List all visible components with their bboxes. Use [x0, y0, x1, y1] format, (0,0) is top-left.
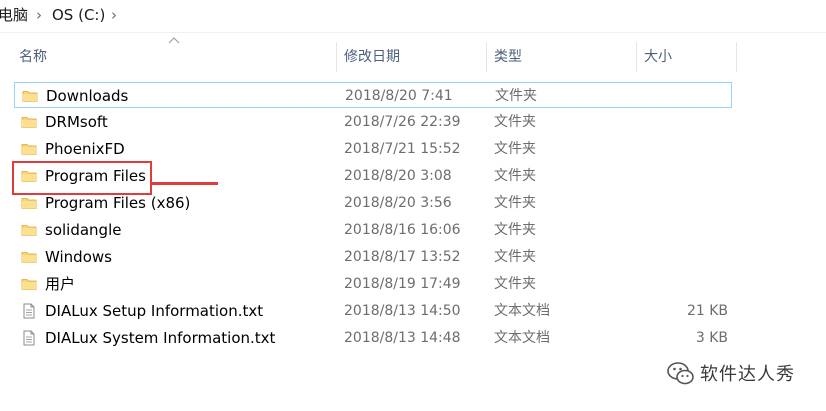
text-file-icon	[21, 330, 37, 346]
file-row[interactable]: PhoenixFD 2018/7/21 15:52 文件夹	[14, 136, 732, 162]
file-type: 文件夹	[494, 276, 536, 292]
file-type: 文件夹	[494, 114, 536, 130]
breadcrumb-item-computer[interactable]: 电脑	[0, 6, 28, 24]
file-name: solidangle	[45, 221, 122, 239]
file-type: 文件夹	[494, 168, 536, 184]
folder-icon	[21, 249, 37, 265]
file-type: 文件夹	[494, 195, 536, 211]
annotation-highlight-box	[12, 161, 152, 195]
address-bar[interactable]: 电脑 › OS (C:) ›	[0, 0, 826, 33]
column-header-type[interactable]: 类型	[494, 47, 522, 67]
file-modified-date: 2018/7/26 22:39	[344, 114, 461, 130]
file-row[interactable]: DRMsoft 2018/7/26 22:39 文件夹	[14, 109, 732, 135]
chevron-right-icon[interactable]: ›	[36, 6, 42, 24]
file-size: 21 KB	[686, 303, 728, 319]
breadcrumb-item-drive[interactable]: OS (C:)	[52, 6, 105, 24]
folder-icon	[22, 88, 38, 104]
file-name: 用户	[45, 275, 76, 293]
column-header-size[interactable]: 大小	[644, 47, 672, 67]
file-name: Downloads	[46, 87, 129, 105]
file-type: 文件夹	[494, 141, 536, 157]
folder-icon	[21, 276, 37, 292]
watermark-text: 软件达人秀	[700, 364, 795, 385]
file-name: DRMsoft	[45, 113, 108, 131]
text-file-icon	[21, 303, 37, 319]
file-row[interactable]: Windows 2018/8/17 13:52 文件夹	[14, 244, 732, 270]
file-modified-date: 2018/8/17 13:52	[344, 249, 461, 265]
file-name: DIALux System Information.txt	[45, 329, 276, 347]
file-row[interactable]: Downloads 2018/8/20 7:41 文件夹	[14, 82, 732, 108]
watermark: 软件达人秀	[666, 360, 794, 390]
file-name: DIALux Setup Information.txt	[45, 302, 264, 320]
file-type: 文件夹	[494, 222, 536, 238]
wechat-icon	[667, 362, 694, 385]
file-name: PhoenixFD	[45, 140, 125, 158]
column-header-modified[interactable]: 修改日期	[344, 47, 400, 67]
file-modified-date: 2018/8/13 14:50	[344, 303, 461, 319]
file-name: Windows	[45, 248, 112, 266]
file-type: 文件夹	[494, 249, 536, 265]
column-divider[interactable]	[736, 42, 737, 72]
file-row[interactable]: 用户 2018/8/19 17:49 文件夹	[14, 271, 732, 297]
column-divider[interactable]	[336, 42, 337, 72]
file-modified-date: 2018/8/13 14:48	[344, 330, 461, 346]
file-type: 文本文档	[494, 303, 550, 319]
file-type: 文件夹	[495, 88, 537, 104]
file-modified-date: 2018/8/16 16:06	[344, 222, 461, 238]
annotation-pointer-line	[152, 182, 218, 185]
file-modified-date: 2018/7/21 15:52	[344, 141, 461, 157]
file-row[interactable]: DIALux System Information.txt 2018/8/13 1…	[14, 325, 732, 351]
sort-ascending-icon	[168, 37, 180, 44]
file-row[interactable]: solidangle 2018/8/16 16:06 文件夹	[14, 217, 732, 243]
column-divider[interactable]	[486, 42, 487, 72]
folder-icon	[21, 141, 37, 157]
file-modified-date: 2018/8/19 17:49	[344, 276, 461, 292]
column-divider[interactable]	[636, 42, 637, 72]
column-header-name[interactable]: 名称	[19, 47, 47, 67]
folder-icon	[21, 222, 37, 238]
chevron-right-icon[interactable]: ›	[111, 6, 117, 24]
file-modified-date: 2018/8/20 7:41	[345, 88, 453, 104]
file-row[interactable]: DIALux Setup Information.txt 2018/8/13 14…	[14, 298, 732, 324]
file-name: Program Files (x86)	[45, 194, 191, 212]
folder-icon	[21, 195, 37, 211]
folder-icon	[21, 114, 37, 130]
file-size: 3 KB	[695, 330, 728, 346]
file-modified-date: 2018/8/20 3:56	[344, 195, 452, 211]
file-modified-date: 2018/8/20 3:08	[344, 168, 452, 184]
file-type: 文本文档	[494, 330, 550, 346]
